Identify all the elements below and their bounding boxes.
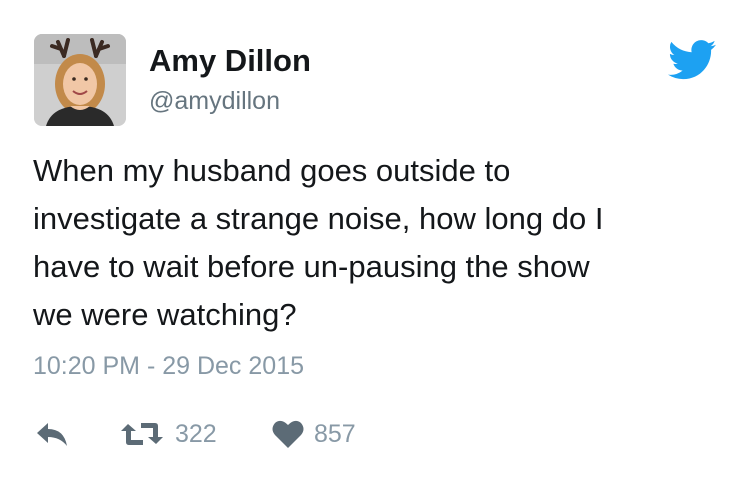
- retweet-button[interactable]: 322: [119, 414, 217, 454]
- retweet-icon: [119, 419, 165, 449]
- tweet-text: When my husband goes outside to investig…: [33, 147, 723, 339]
- tweet-text-line: have to wait before un-pausing the show: [33, 249, 590, 284]
- tweet-text-line: we were watching?: [33, 297, 297, 332]
- author-handle[interactable]: @amydillon: [149, 87, 280, 116]
- retweet-count: 322: [175, 419, 217, 448]
- tweet-timestamp[interactable]: 10:20 PM - 29 Dec 2015: [33, 352, 304, 381]
- tweet-text-line: investigate a strange noise, how long do…: [33, 201, 604, 236]
- avatar-photo: [34, 34, 126, 126]
- avatar[interactable]: [34, 34, 126, 126]
- reply-button[interactable]: [35, 414, 69, 454]
- tweet-text-line: When my husband goes outside to: [33, 153, 511, 188]
- tweet-card: Amy Dillon @amydillon When my husband go…: [0, 0, 750, 478]
- tweet-actions: 322 857: [33, 414, 433, 454]
- twitter-bird-icon[interactable]: [668, 40, 716, 80]
- author-name[interactable]: Amy Dillon: [149, 43, 311, 79]
- like-button[interactable]: 857: [272, 414, 356, 454]
- reply-icon: [35, 420, 69, 448]
- like-count: 857: [314, 419, 356, 448]
- heart-icon: [272, 419, 304, 449]
